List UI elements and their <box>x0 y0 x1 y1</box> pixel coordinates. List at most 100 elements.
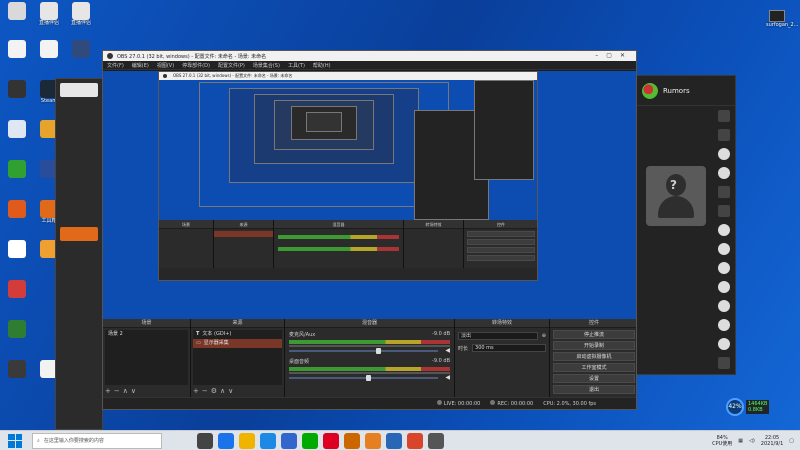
app-icon <box>8 160 26 178</box>
duration-input[interactable]: 300 ms <box>472 344 546 352</box>
taskbar-app-icon[interactable] <box>302 432 318 449</box>
chat-username: Rumors <box>663 86 690 95</box>
nested-docks: 场景 来源 混音器 转场特效 控件 <box>159 220 537 280</box>
desktop-icon[interactable] <box>2 360 32 394</box>
live-indicator-icon <box>436 400 442 405</box>
volume-slider[interactable]: ◀ <box>289 374 450 381</box>
menu-item[interactable]: 配置文件(P) <box>218 62 245 69</box>
rec-status: REC: 00:00:00 <box>490 400 533 407</box>
desktop-icon[interactable] <box>2 320 32 354</box>
taskbar-app-icon[interactable] <box>197 432 213 449</box>
toolbox-icon[interactable] <box>60 227 98 241</box>
volume-meter <box>289 340 450 344</box>
menu-item[interactable]: 视图(V) <box>157 62 174 69</box>
mixer-dock-header: 混音器 <box>285 319 454 328</box>
control-button[interactable]: 启动虚拟摄像机 <box>553 352 635 361</box>
controls-buttons: 停止推流开始录制启动虚拟摄像机 工作室模式设置退出 <box>550 330 636 394</box>
desktop-icon[interactable]: 直播伴侣 <box>34 2 64 36</box>
obs-window-title: OBS 27.0.1 (32 bit, windows) - 配置文件: 未命名… <box>117 53 267 60</box>
taskbar-app-icon[interactable] <box>218 432 234 449</box>
mixer-channel: 桌面音频 -9.0 dB ◀ <box>289 358 450 381</box>
clock[interactable]: 22:05 2021/9/1 <box>761 435 783 447</box>
desktop-icon-right[interactable]: surfogan_2... <box>766 10 799 40</box>
transition-type-select[interactable]: 淡出 <box>458 332 538 340</box>
desktop-icon[interactable] <box>2 2 32 36</box>
taskbar-app-icon[interactable] <box>281 432 297 449</box>
control-button[interactable]: 退出 <box>553 385 635 394</box>
search-placeholder: 在这里输入你要搜索的内容 <box>43 438 104 444</box>
menu-item[interactable]: 工具(T) <box>288 62 305 69</box>
chat-panel-outer: Rumors ? <box>635 75 736 375</box>
desktop-side-panel <box>55 78 103 430</box>
app-logo <box>60 83 98 97</box>
source-item-display[interactable]: ▭ 显示器采集 <box>193 339 282 348</box>
taskbar-app-icon[interactable] <box>260 432 276 449</box>
control-button[interactable]: 开始录制 <box>553 341 635 350</box>
menu-item[interactable]: 停靠部件(D) <box>182 62 210 69</box>
taskbar-app-icon[interactable] <box>365 432 381 449</box>
sources-toolbar[interactable]: +−⚙∧∨ <box>193 386 282 396</box>
control-button[interactable]: 工作室模式 <box>553 363 635 372</box>
scene-item[interactable]: 场景 2 <box>105 330 188 339</box>
desktop-icon[interactable] <box>2 120 32 154</box>
taskbar-app-icon[interactable] <box>386 432 402 449</box>
add-transition-icon[interactable]: ⊕ <box>542 333 546 339</box>
volume-icon[interactable]: ◁) <box>749 438 755 444</box>
control-button[interactable]: 停止推流 <box>553 330 635 339</box>
obs-docks: 场景 场景 2 +−∧∨ 来源 T 文本 (GDI+) ▭ 显示器采集 +−⚙∧∨ … <box>103 319 636 409</box>
desktop-icon[interactable] <box>2 280 32 314</box>
taskbar-app-icon[interactable] <box>344 432 360 449</box>
monitor-icon: ▭ <box>196 340 201 346</box>
mixer-channels: 麦克风/Aux -9.0 dB ◀ 桌面音频 -9.0 dB ◀ <box>285 331 454 381</box>
taskbar-app-icon[interactable] <box>323 432 339 449</box>
obs-preview[interactable]: OBS 27.0.1 (32 bit, windows) - 配置文件: 未命名… <box>103 71 636 319</box>
taskbar-app-icon[interactable] <box>428 432 444 449</box>
taskbar-app-icon[interactable] <box>239 432 255 449</box>
window-controls[interactable]: –▢✕ <box>595 52 633 59</box>
speaker-icon[interactable]: ◀ <box>445 347 450 354</box>
desktop-icon[interactable] <box>66 40 96 74</box>
app-icon <box>8 200 26 218</box>
desktop-icon[interactable] <box>34 40 64 74</box>
obs-title-bar: OBS 27.0.1 (32 bit, windows) - 配置文件: 未命名… <box>103 51 636 61</box>
app-icon <box>8 320 26 338</box>
user-avatar[interactable] <box>642 82 658 99</box>
menu-item[interactable]: 场景集合(S) <box>253 62 280 69</box>
source-item-text[interactable]: T 文本 (GDI+) <box>193 330 282 339</box>
notification-icon[interactable]: ▢ <box>789 438 794 444</box>
start-button[interactable] <box>8 433 22 448</box>
network-icon[interactable]: ▦ <box>738 438 743 444</box>
channel-db: -9.0 dB <box>432 358 450 364</box>
desktop-icon[interactable] <box>2 40 32 74</box>
volume-slider[interactable]: ◀ <box>289 347 450 354</box>
app-icon <box>8 2 26 20</box>
scenes-dock: 场景 场景 2 +−∧∨ <box>103 319 191 397</box>
live-status: LIVE: 00:00:00 <box>436 400 480 407</box>
scenes-list: 场景 2 <box>105 330 188 385</box>
transitions-dock: 转场特效 淡出 ⊕ 时长 300 ms <box>455 319 550 397</box>
nested-obs-window-1: OBS 27.0.1 (32 bit, windows) - 配置文件: 未命名… <box>158 71 538 281</box>
app-icon <box>40 2 58 20</box>
rec-indicator-icon <box>490 400 496 405</box>
obs-app-icon <box>107 53 113 59</box>
search-icon: ⌕ <box>37 437 40 444</box>
desktop-icon[interactable]: 直播伴侣 <box>66 2 96 36</box>
taskbar-app-icon[interactable] <box>407 432 423 449</box>
control-button[interactable]: 设置 <box>553 374 635 383</box>
menu-item[interactable]: 编辑(E) <box>132 62 149 69</box>
sources-dock-header: 来源 <box>191 319 284 328</box>
user-placeholder-image: ? <box>646 166 706 226</box>
app-icon <box>8 280 26 298</box>
obs-menu-bar: 文件(F) 编辑(E) 视图(V) 停靠部件(D) 配置文件(P) 场景集合(S) 工具(T… <box>103 61 636 70</box>
scenes-toolbar[interactable]: +−∧∨ <box>105 386 188 396</box>
speaker-icon[interactable]: ◀ <box>445 374 450 381</box>
menu-item[interactable]: 文件(F) <box>107 62 124 69</box>
menu-item[interactable]: 帮助(H) <box>313 62 331 69</box>
taskbar-search[interactable]: ⌕ 在这里输入你要搜索的内容 <box>32 432 162 449</box>
volume-meter-secondary <box>289 372 450 374</box>
desktop-icon[interactable] <box>2 240 32 274</box>
desktop-icon[interactable] <box>2 80 32 114</box>
desktop-icon[interactable] <box>2 160 32 194</box>
desktop-icon[interactable] <box>2 200 32 234</box>
app-icon <box>8 360 26 378</box>
